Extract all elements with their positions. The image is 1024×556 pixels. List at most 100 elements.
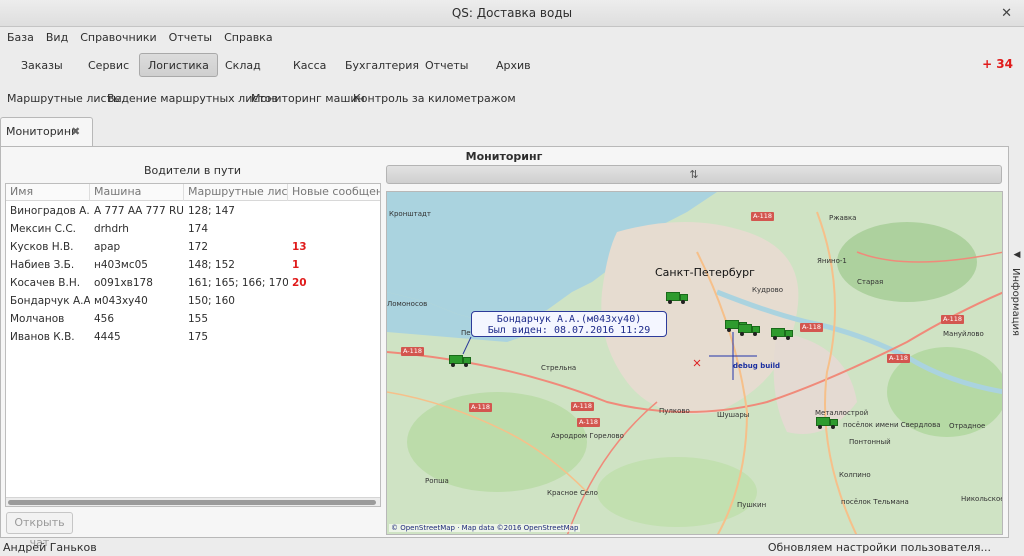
module-archive-button[interactable]: Архив: [487, 53, 540, 77]
submenu-mileage-control[interactable]: Контроль за километражом: [353, 89, 516, 109]
scrollbar-thumb[interactable]: [8, 500, 376, 505]
status-user: Андрей Ганьков: [3, 541, 97, 554]
menu-baza[interactable]: База: [7, 28, 34, 48]
cell-routes: 175: [188, 331, 209, 343]
table-row[interactable]: Молчанов 456 155: [6, 311, 380, 328]
map-label: посёлок Тельмана: [841, 498, 909, 506]
menu-bar: База Вид Справочники Отчеты Справка: [0, 28, 1024, 48]
table-row[interactable]: Виноградов А.Д. А 777 АА 777 RUS 128; 147: [6, 203, 380, 220]
cell-messages: 13: [292, 241, 307, 253]
road-shield: A-118: [577, 418, 601, 427]
cell-messages: [288, 329, 380, 346]
window-title: QS: Доставка воды: [451, 6, 573, 20]
column-header-car[interactable]: Машина: [90, 184, 184, 201]
chevron-left-icon: ◀: [1012, 250, 1022, 260]
cell-routes: 148; 152: [188, 259, 235, 271]
info-side-panel-toggle[interactable]: ◀ Информация: [1009, 250, 1024, 340]
map-label: Пулково: [659, 407, 690, 415]
module-cash-button[interactable]: Касса: [284, 53, 335, 77]
cell-messages: [288, 203, 380, 220]
status-bar: Андрей Ганьков Обновляем настройки польз…: [0, 540, 1024, 556]
map-background: [387, 192, 1002, 534]
table-row[interactable]: Мексин С.С. drhdrh 174: [6, 221, 380, 238]
close-icon[interactable]: ✕: [1001, 0, 1012, 27]
cell-routes: 128; 147: [188, 205, 235, 217]
map-label: посёлок имени Свердлова: [843, 421, 941, 429]
cell-car: н403мс05: [94, 259, 148, 271]
submenu-vehicle-monitoring[interactable]: Мониторинг машин: [251, 89, 365, 109]
window-titlebar: QS: Доставка воды ✕: [0, 0, 1024, 27]
vehicle-marker[interactable]: [449, 355, 471, 367]
submenu-route-lists[interactable]: Маршрутные листы: [7, 89, 122, 109]
map-label: Старая: [857, 278, 884, 286]
menu-view[interactable]: Вид: [46, 28, 68, 48]
table-row[interactable]: Косачев В.Н. о091хв178 161; 165; 166; 170 2…: [6, 275, 380, 292]
cell-car: о091хв178: [94, 277, 153, 289]
table-row[interactable]: Набиев З.Б. н403мс05 148; 152 1: [6, 257, 380, 274]
module-orders-button[interactable]: Заказы: [12, 53, 72, 77]
open-chat-button[interactable]: Открыть чат: [6, 512, 73, 549]
table-row[interactable]: Иванов К.В. 4445 175: [6, 329, 380, 346]
map-toolbar-toggle[interactable]: ⇅: [386, 165, 1002, 184]
vehicle-marker[interactable]: [816, 417, 838, 429]
column-header-routes[interactable]: Маршрутные листы: [184, 184, 288, 201]
table-horizontal-scrollbar[interactable]: [6, 497, 380, 506]
column-header-messages[interactable]: Новые сообщения: [288, 184, 380, 201]
map-label: Янино-1: [817, 257, 847, 265]
status-message: Обновляем настройки пользователя...: [767, 541, 991, 554]
menu-help[interactable]: Справка: [224, 28, 272, 48]
table-header: Имя Машина Маршрутные листы Новые сообще…: [6, 184, 380, 201]
map-label: Никольское: [961, 495, 1003, 503]
monitoring-panel: Водители в пути Имя Машина Маршрутные ли…: [0, 146, 1009, 549]
module-service-button[interactable]: Сервис: [79, 53, 138, 77]
cell-car: арар: [94, 241, 121, 253]
map-label: Ломоносов: [387, 300, 428, 308]
vehicle-marker[interactable]: [771, 328, 793, 340]
road-shield: A-118: [401, 347, 425, 356]
column-header-name[interactable]: Имя: [6, 184, 90, 201]
cell-routes: 161; 165; 166; 170: [188, 277, 288, 289]
map-label: Шушары: [717, 411, 750, 419]
module-warehouse-button[interactable]: Склад: [216, 53, 270, 77]
map-attribution[interactable]: © OpenStreetMap · Map data ©2016 OpenStr…: [389, 524, 581, 532]
cell-messages: 1: [292, 259, 300, 271]
cell-messages: [288, 293, 380, 310]
table-row[interactable]: Бондарчук А.А. м043ху40 150; 160: [6, 293, 380, 310]
map-label: Кронштадт: [389, 210, 431, 218]
map-label: Ржавка: [829, 214, 857, 222]
road-shield: A-118: [941, 315, 965, 324]
cell-routes: 172: [188, 241, 209, 253]
cell-messages: [288, 311, 380, 328]
menu-reports[interactable]: Отчеты: [169, 28, 212, 48]
cell-car: 4445: [94, 331, 121, 343]
tab-monitoring[interactable]: Мониторинг ✖: [0, 117, 93, 147]
module-accounting-button[interactable]: Бухгалтерия: [336, 53, 428, 77]
vehicle-marker[interactable]: [738, 324, 760, 336]
map-label: Мануйлово: [943, 330, 984, 338]
map-label: Отрадное: [949, 422, 986, 430]
callout-last-seen: Был виден: 08.07.2016 11:29: [487, 325, 651, 336]
map-view[interactable]: Санкт-Петербург Кронштадт Ломоносов Пете…: [386, 191, 1003, 535]
cell-routes: 155: [188, 313, 209, 325]
module-reports-button[interactable]: Отчеты: [416, 53, 477, 77]
map-label: Понтонный: [849, 438, 891, 446]
notification-counter[interactable]: + 34: [982, 57, 1013, 71]
swap-icon: ⇅: [689, 168, 699, 181]
callout-driver: Бондарчук А.А.(м043ху40): [496, 314, 642, 325]
cell-messages: [288, 221, 380, 238]
drivers-title: Водители в пути: [143, 164, 242, 177]
map-label: Аэродром Горелово: [551, 432, 624, 440]
road-shield: A-118: [469, 403, 493, 412]
module-logistics-button[interactable]: Логистика: [139, 53, 218, 77]
map-label: Металлострой: [815, 409, 869, 417]
cell-name: Кусков Н.В.: [10, 241, 74, 253]
menu-references[interactable]: Справочники: [80, 28, 156, 48]
drivers-table: Имя Машина Маршрутные листы Новые сообще…: [5, 183, 381, 507]
vehicle-marker[interactable]: [666, 292, 688, 304]
table-row[interactable]: Кусков Н.В. арар 172 13: [6, 239, 380, 256]
map-label: Ропша: [425, 477, 449, 485]
cell-name: Мексин С.С.: [10, 223, 76, 235]
cell-car: А 777 АА 777 RUS: [94, 205, 184, 217]
cell-routes: 150; 160: [188, 295, 235, 307]
tab-close-icon[interactable]: ✖: [71, 125, 80, 138]
